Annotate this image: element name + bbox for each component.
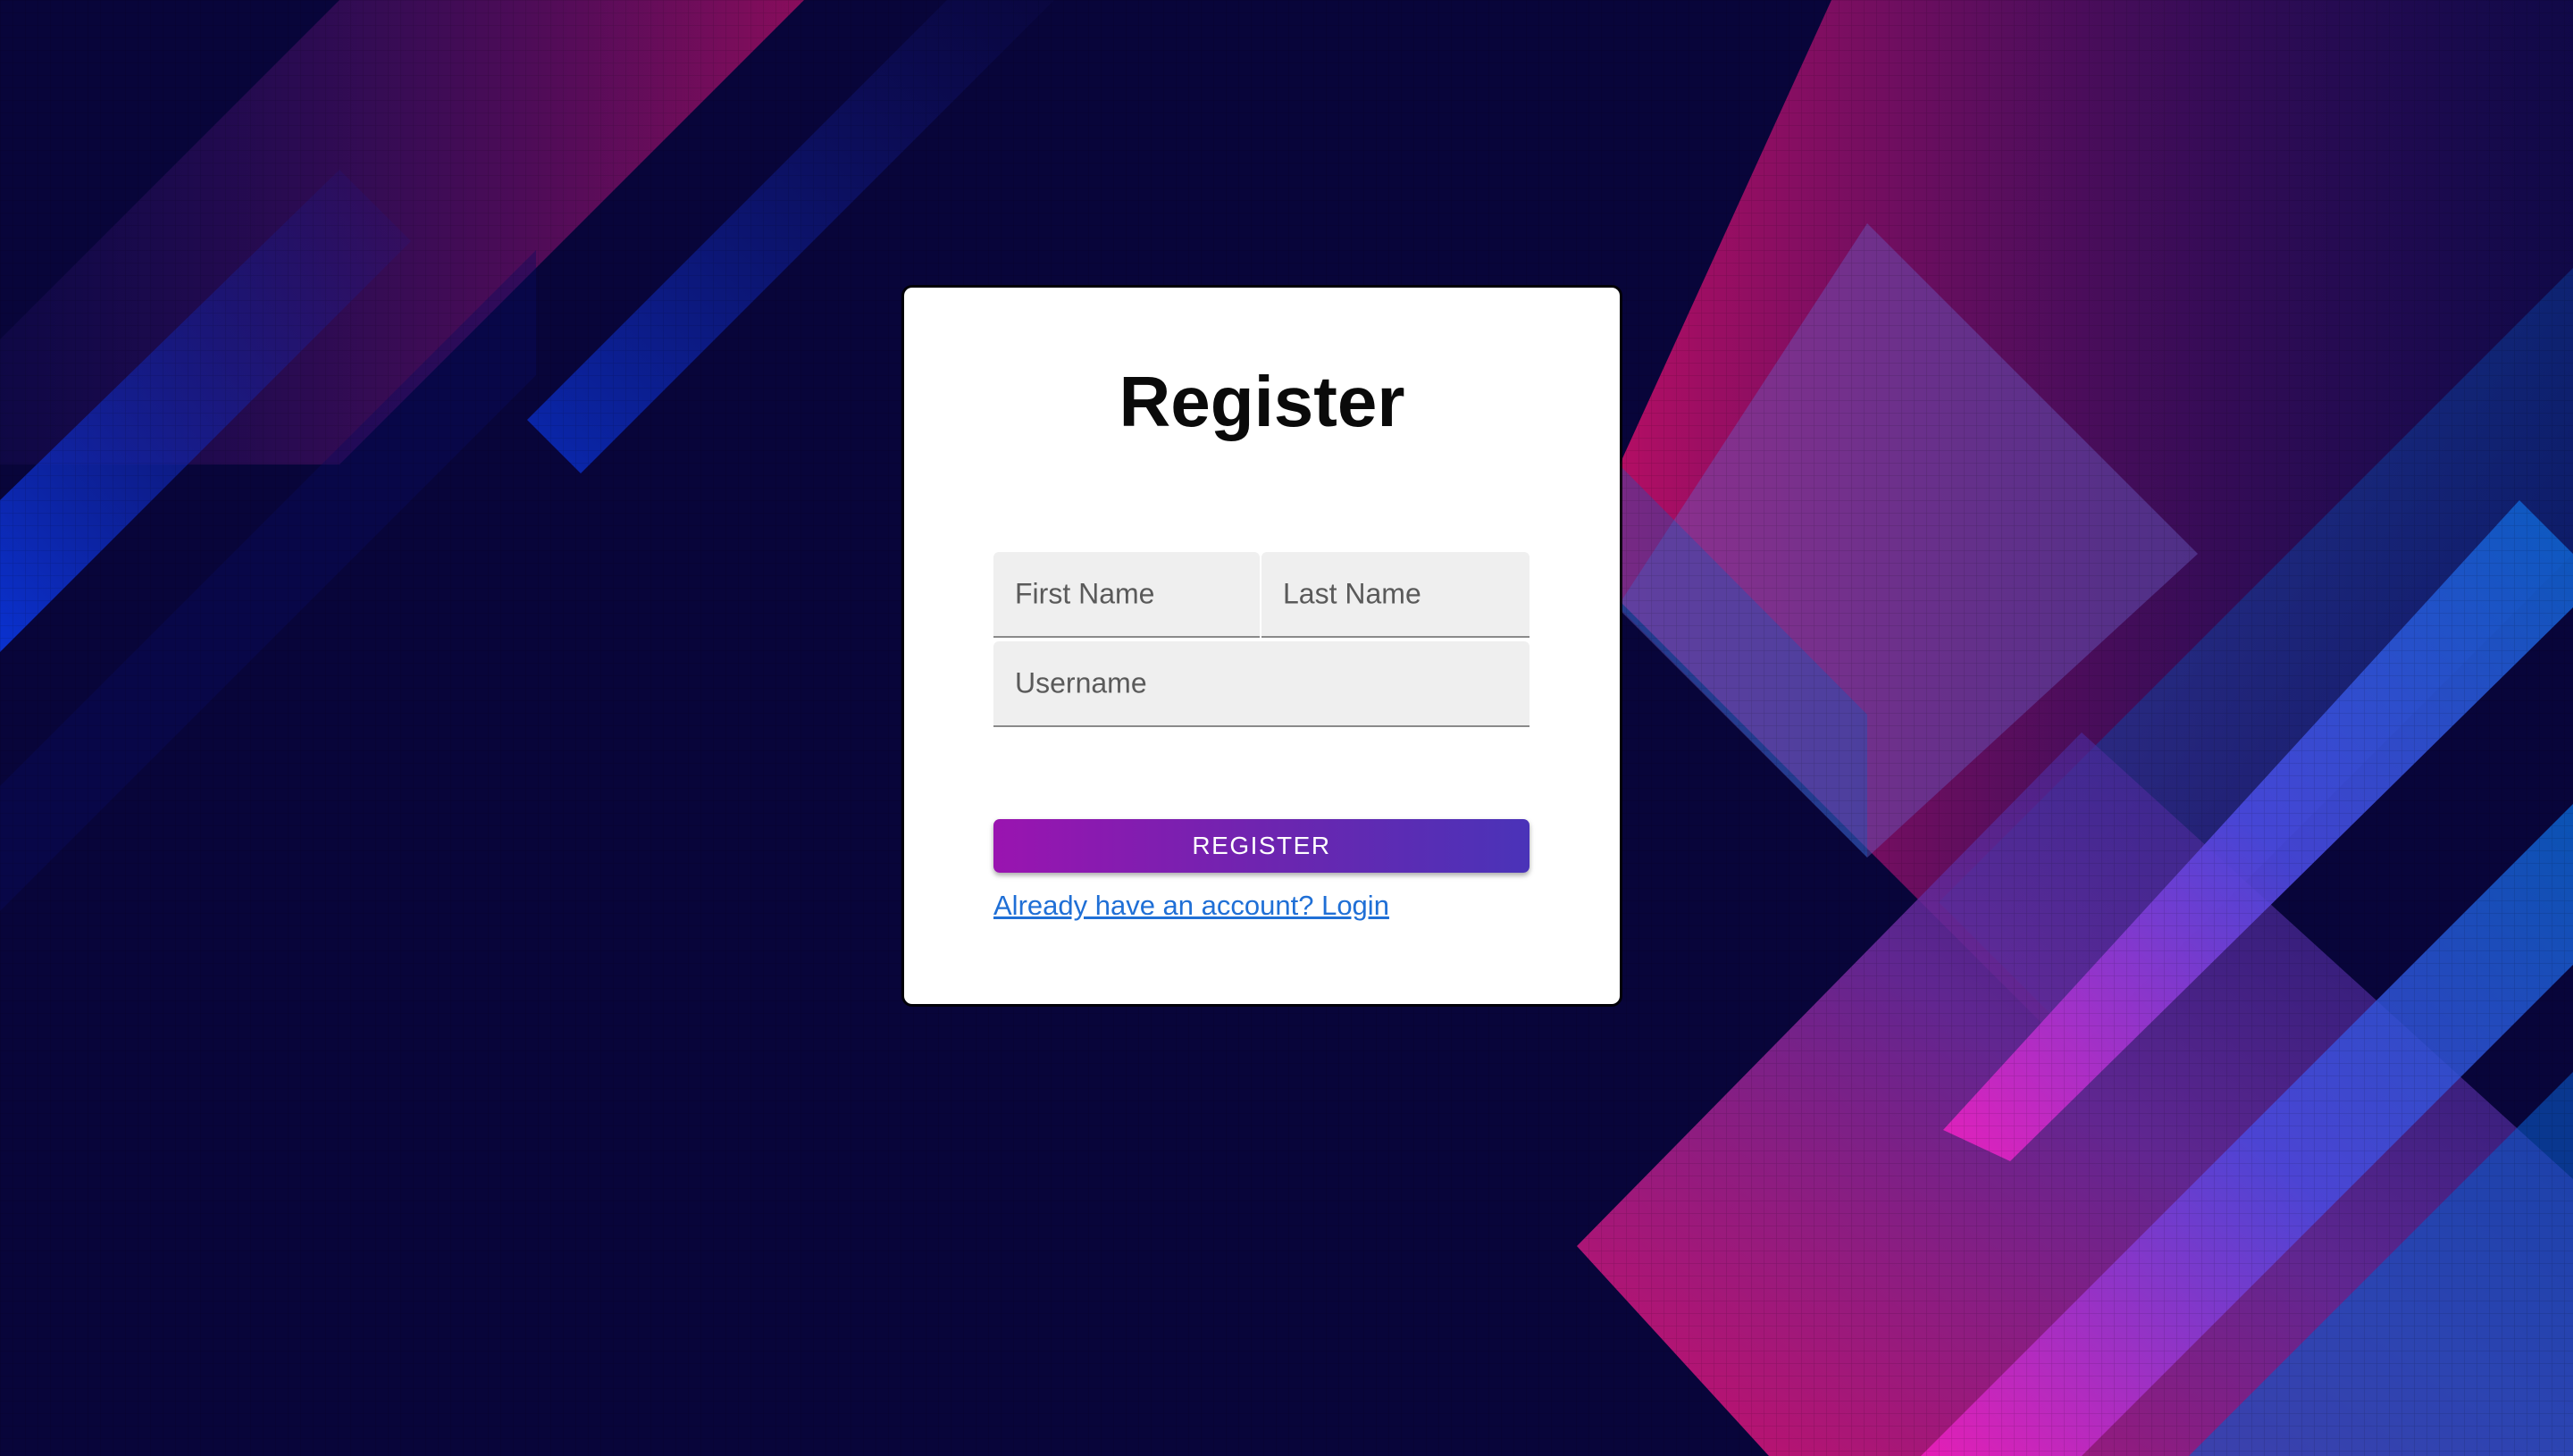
last-name-field[interactable]: Last Name (1261, 552, 1530, 638)
username-field[interactable]: Username (993, 641, 1530, 727)
page-title: Register (1119, 362, 1405, 441)
register-card: Register First Name Last Name Username R… (904, 288, 1620, 1004)
register-button[interactable]: REGISTER (993, 819, 1530, 873)
login-link[interactable]: Already have an account? Login (993, 890, 1389, 922)
username-placeholder: Username (1015, 666, 1147, 699)
first-name-field[interactable]: First Name (993, 552, 1260, 638)
last-name-placeholder: Last Name (1283, 577, 1421, 610)
first-name-placeholder: First Name (1015, 577, 1155, 610)
